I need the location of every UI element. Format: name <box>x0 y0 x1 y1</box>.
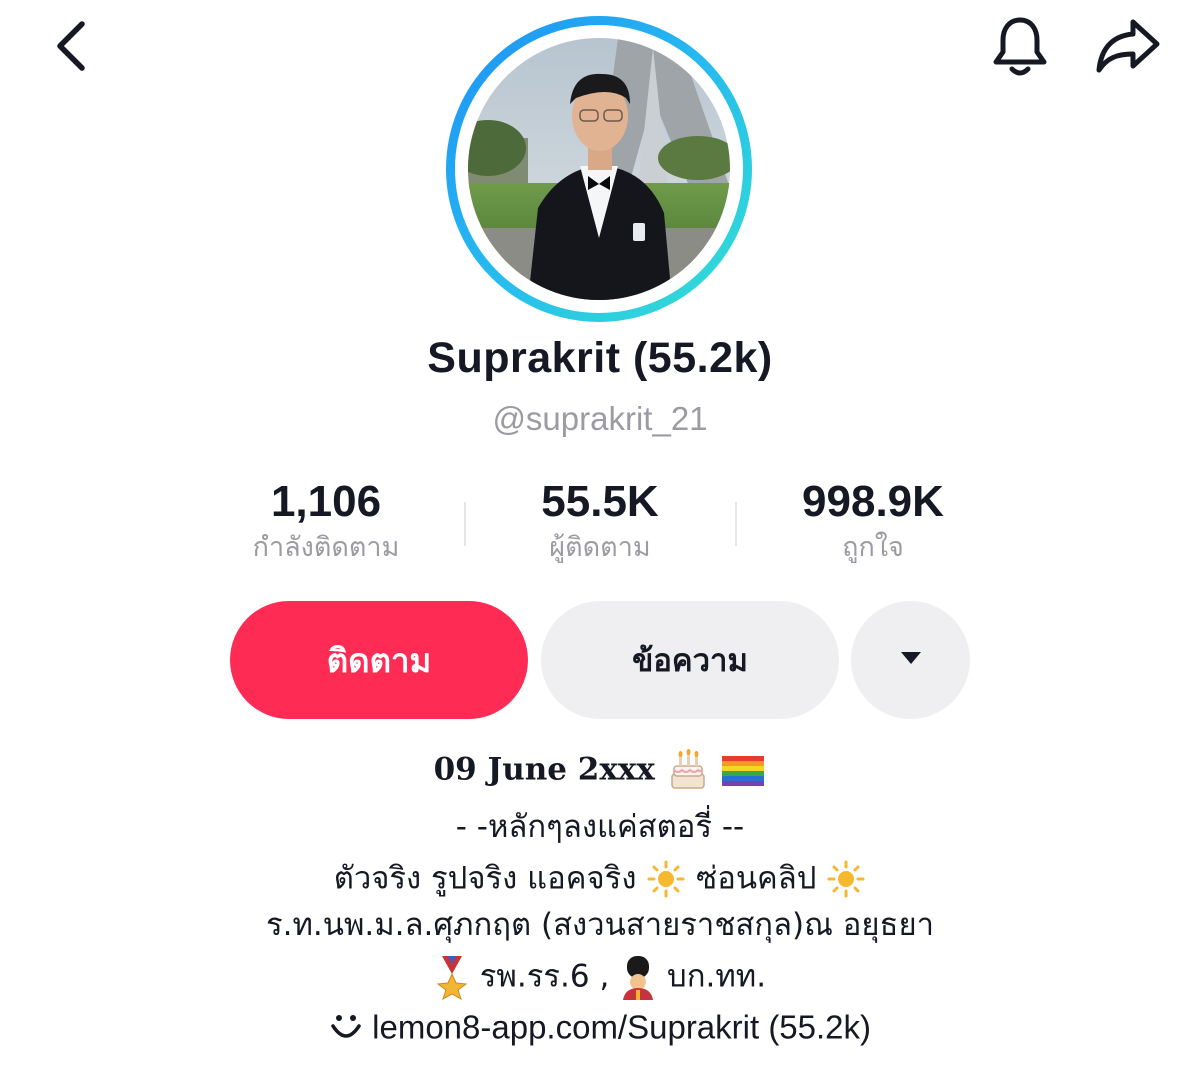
stat-divider <box>464 502 466 546</box>
share-button[interactable] <box>1090 12 1166 84</box>
bio-birthday: 09 June 2xxx <box>433 751 655 788</box>
avatar-story-ring[interactable] <box>446 16 752 322</box>
bio-line-title: ร.ท.นพ.ม.ล.ศุภกฤต (สงวนสายราชสกุล)ณ อยุธ… <box>265 907 935 943</box>
smile-link-icon <box>329 1012 363 1042</box>
bio-birthday-line: 09 June 2xxx <box>0 745 1200 793</box>
birthday-cake-emoji <box>666 748 710 792</box>
rainbow-flag-emoji <box>720 750 766 790</box>
bio-line-units: รพ.รร.6 , บก.ทท. <box>0 950 1200 1002</box>
stat-followers-value: 55.5K <box>541 477 659 526</box>
sun-emoji <box>826 859 866 899</box>
bio-line-command: บก.ทท. <box>667 958 767 995</box>
more-options-button[interactable] <box>851 601 970 719</box>
bio-link-text[interactable]: lemon8-app.com/Suprakrit (55.2k) <box>372 1008 871 1045</box>
bio-line-hospital: รพ.รร.6 , <box>479 958 610 995</box>
stat-following-label: กำลังติดตาม <box>252 532 400 563</box>
bio-line-real: ตัวจริง รูปจริง แอคจริง ซ่อนคลิป <box>0 852 1200 904</box>
bio-line-stories: - -หลักๆลงแค่สตอรี่ -- <box>455 809 745 845</box>
display-name: Suprakrit (55.2k) <box>427 334 773 382</box>
stat-likes-value: 998.9K <box>802 477 944 526</box>
military-medal-emoji <box>434 954 470 1000</box>
stat-followers[interactable]: 55.5K ผู้ติดตาม <box>470 476 730 568</box>
follow-button[interactable]: ติดตาม <box>230 601 528 719</box>
stat-followers-label: ผู้ติดตาม <box>549 532 651 563</box>
avatar <box>468 38 730 300</box>
back-button[interactable] <box>40 16 104 80</box>
guard-emoji <box>619 954 657 1000</box>
stat-following[interactable]: 1,106 กำลังติดตาม <box>196 476 456 568</box>
notification-button[interactable] <box>984 12 1056 84</box>
message-button[interactable]: ข้อความ <box>541 601 839 719</box>
bell-icon <box>990 14 1050 82</box>
stat-following-value: 1,106 <box>270 477 382 526</box>
bio-line-real-text: ตัวจริง รูปจริง แอคจริง <box>333 860 637 897</box>
caret-down-icon <box>899 650 923 670</box>
username: @suprakrit_21 <box>492 400 708 437</box>
stat-likes-label: ถูกใจ <box>842 532 904 563</box>
share-arrow-icon <box>1095 16 1161 80</box>
sun-emoji <box>646 859 686 899</box>
bio-line-hidden-clips: ซ่อนคลิป <box>696 860 817 897</box>
stat-divider <box>735 502 737 546</box>
bio-link[interactable]: lemon8-app.com/Suprakrit (55.2k) <box>0 1000 1200 1052</box>
stat-likes[interactable]: 998.9K ถูกใจ <box>743 476 1003 568</box>
chevron-left-icon <box>52 20 92 76</box>
